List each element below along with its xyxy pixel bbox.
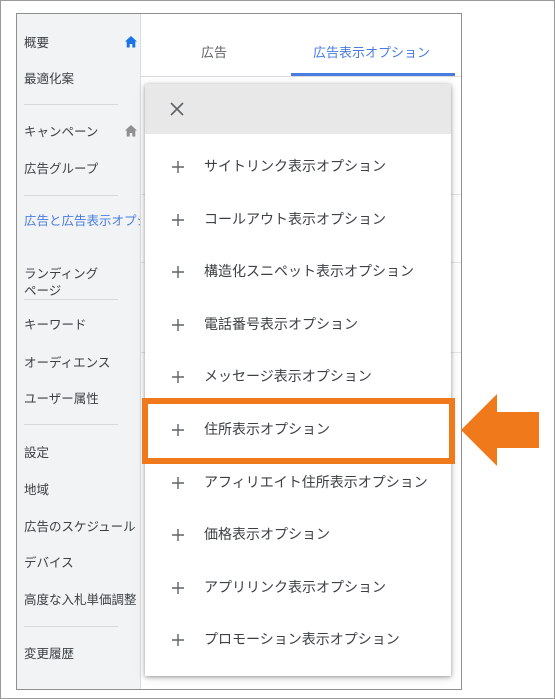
sidebar-item-ad-groups[interactable]: 広告グループ [24, 160, 140, 177]
plus-icon [172, 371, 184, 383]
sidebar-item-change-history[interactable]: 変更履歴 [24, 645, 140, 662]
menu-item-app-extension[interactable]: アプリリンク表示オプション [145, 563, 451, 616]
plus-icon [172, 266, 184, 278]
sidebar-item-ads-and-extensions[interactable]: 広告と広告表示オプション [24, 212, 140, 229]
sidebar-item-label: 変更履歴 [24, 646, 75, 661]
home-icon [125, 125, 137, 137]
menu-item-label: 電話番号表示オプション [204, 317, 358, 333]
sidebar-divider [24, 195, 118, 196]
plus-icon [172, 634, 184, 646]
menu-item-price-extension[interactable]: 価格表示オプション [145, 510, 451, 563]
plus-icon [172, 161, 184, 173]
sidebar-item-label: ランディング ページ [24, 266, 99, 298]
menu-item-structured-snippet-extension[interactable]: 構造化スニペット表示オプション [145, 247, 451, 300]
tab-ad-extensions[interactable]: 広告表示オプション [313, 42, 430, 61]
sidebar-item-label: 概要 [24, 35, 50, 50]
sidebar-item-label: 設定 [24, 445, 50, 460]
sidebar-item-label: 高度な入札単価調整 [24, 592, 137, 607]
menu-item-call-extension[interactable]: 電話番号表示オプション [145, 300, 451, 353]
plus-icon [172, 319, 184, 331]
sidebar-nav: 概要 最適化案 キャンペーン 広告グループ 広告と広告表示オプション ランディン… [17, 14, 141, 689]
close-icon[interactable] [169, 101, 185, 117]
menu-item-sitelink-extension[interactable]: サイトリンク表示オプション [145, 142, 451, 195]
sidebar-item-keywords[interactable]: キーワード [24, 316, 140, 333]
home-icon [125, 36, 137, 48]
menu-item-label: 価格表示オプション [204, 527, 330, 543]
add-extension-menu: サイトリンク表示オプション コールアウト表示オプション 構造化スニペット表示オプ… [145, 84, 451, 676]
sidebar-item-recommendations[interactable]: 最適化案 [24, 70, 140, 87]
sidebar-item-ad-schedule[interactable]: 広告のスケジュール [24, 518, 140, 535]
sidebar-item-label: オーディエンス [24, 355, 111, 370]
menu-item-label: コールアウト表示オプション [204, 212, 386, 228]
menu-item-label: 住所表示オプション [204, 422, 330, 438]
sidebar-item-label: デバイス [24, 555, 74, 570]
menu-item-affiliate-location-extension[interactable]: アフィリエイト住所表示オプション [145, 458, 451, 511]
menu-header [145, 84, 451, 134]
sidebar-item-label: 広告グループ [24, 161, 99, 176]
sidebar-item-label: 広告と広告表示オプション [24, 213, 140, 228]
sidebar-item-label: 地域 [24, 482, 50, 497]
sidebar-item-campaigns[interactable]: キャンペーン [24, 123, 140, 140]
sidebar-divider [24, 424, 118, 425]
plus-icon [172, 424, 184, 436]
plus-icon [172, 582, 184, 594]
sidebar-item-audiences[interactable]: オーディエンス [24, 354, 140, 371]
menu-item-label: サイトリンク表示オプション [204, 159, 386, 175]
sidebar-item-landing-pages[interactable]: ランディング ページ [24, 248, 140, 299]
menu-item-promotion-extension[interactable]: プロモーション表示オプション [145, 615, 451, 668]
tab-ads[interactable]: 広告 [201, 42, 227, 61]
sidebar-item-label: キーワード [24, 317, 87, 332]
sidebar-item-label: 最適化案 [24, 71, 75, 86]
menu-item-message-extension[interactable]: メッセージ表示オプション [145, 352, 451, 405]
sidebar-item-overview[interactable]: 概要 [24, 34, 140, 51]
sidebar-item-settings[interactable]: 設定 [24, 444, 140, 461]
menu-item-label: プロモーション表示オプション [204, 632, 400, 648]
sidebar-item-label: 広告のスケジュール [24, 519, 136, 534]
menu-item-label: メッセージ表示オプション [204, 369, 372, 385]
plus-icon [172, 214, 184, 226]
sidebar-item-locations[interactable]: 地域 [24, 481, 140, 498]
sidebar-divider [24, 104, 118, 105]
menu-item-label: 構造化スニペット表示オプション [204, 264, 414, 280]
sidebar-divider [24, 299, 118, 300]
menu-item-label: アプリリンク表示オプション [204, 580, 386, 596]
menu-item-callout-extension[interactable]: コールアウト表示オプション [145, 195, 451, 248]
arrow-left-icon [461, 394, 539, 466]
tabs-divider [141, 76, 461, 77]
sidebar-item-devices[interactable]: デバイス [24, 554, 140, 571]
menu-item-location-extension[interactable]: 住所表示オプション [145, 405, 451, 458]
plus-icon [172, 529, 184, 541]
sidebar-divider [24, 626, 118, 627]
sidebar-item-label: ユーザー属性 [24, 391, 99, 406]
sidebar-item-demographics[interactable]: ユーザー属性 [24, 390, 140, 407]
sidebar-item-label: キャンペーン [24, 124, 99, 139]
menu-item-label: アフィリエイト住所表示オプション [204, 475, 428, 491]
sidebar-item-advanced-bid-adjustments[interactable]: 高度な入札単価調整 [24, 591, 140, 608]
plus-icon [172, 477, 184, 489]
